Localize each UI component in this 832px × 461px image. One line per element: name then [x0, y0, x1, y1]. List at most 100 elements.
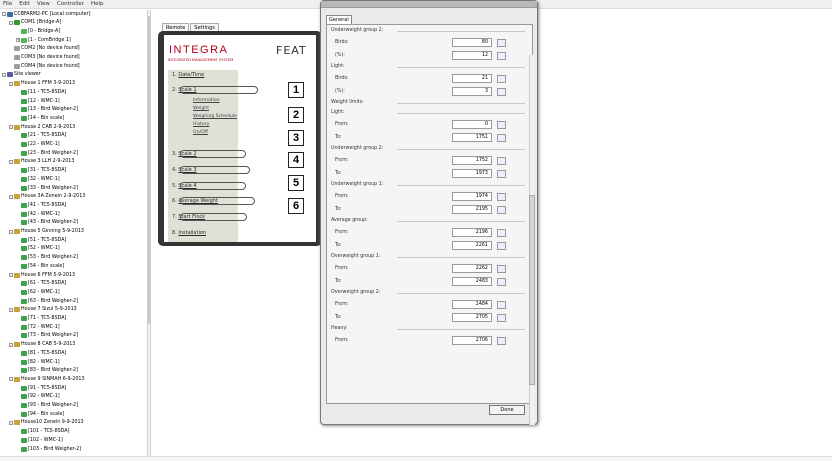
tree-node[interactable]: [61 - TC5-8SDA]: [16, 280, 66, 287]
tree-toggle-icon[interactable]: [16, 29, 20, 33]
tree-node[interactable]: [82 - WMC-1]: [16, 359, 60, 366]
tree-node[interactable]: [43 - Bird Weigher-2]: [16, 219, 78, 226]
menu-item-help[interactable]: Help: [91, 1, 104, 7]
dialog-title-bar[interactable]: [321, 1, 537, 8]
tree-node[interactable]: - CCBFARM2-PC [Local computer]: [2, 11, 90, 18]
tree-toggle-icon[interactable]: [9, 64, 13, 68]
nav-item[interactable]: 8. Installation: [172, 230, 206, 236]
tree-node[interactable]: [52 - WMC-1]: [16, 245, 60, 252]
value-field[interactable]: 2195: [452, 205, 492, 214]
menu-item-view[interactable]: View: [37, 1, 50, 7]
tree-node[interactable]: COM2 [No device found]: [9, 45, 80, 52]
tree-node[interactable]: [53 - Bird Weigher-2]: [16, 254, 78, 261]
tree-toggle-icon[interactable]: [16, 116, 20, 120]
nav-item-label[interactable]: Date/Time: [178, 72, 204, 78]
edit-value-icon[interactable]: [497, 241, 506, 250]
tree-node[interactable]: [13 - Bird Weigher-2]: [16, 106, 78, 113]
tree-node[interactable]: [51 - TC5-8SDA]: [16, 237, 66, 244]
tree-toggle-icon[interactable]: [16, 90, 20, 94]
tree-toggle-icon[interactable]: [16, 282, 20, 286]
edit-value-icon[interactable]: [497, 156, 506, 165]
tree-toggle-icon[interactable]: -: [2, 12, 6, 16]
tree-toggle-icon[interactable]: -: [9, 342, 13, 347]
tree-node[interactable]: [33 - Bird Weigher-2]: [16, 185, 78, 192]
tree-toggle-icon[interactable]: [16, 325, 20, 329]
tree-node[interactable]: COM4 [No device found]: [9, 63, 80, 70]
tab-general[interactable]: General: [326, 15, 352, 24]
tree-node[interactable]: [72 - WMC-1]: [16, 324, 60, 331]
tree-node[interactable]: - House10 Zenein 9-9-2013: [9, 419, 84, 426]
tree-toggle-icon[interactable]: [16, 212, 20, 216]
tree-toggle-icon[interactable]: [16, 386, 20, 390]
value-field[interactable]: 2196: [452, 228, 492, 237]
tree-toggle-icon[interactable]: [9, 56, 13, 60]
tree-node[interactable]: [11 - TC5-8SDA]: [16, 89, 66, 96]
done-button[interactable]: Done: [489, 405, 525, 415]
tree-node[interactable]: [103 - Bird Weigher-2]: [16, 446, 81, 453]
tree-toggle-icon[interactable]: [16, 151, 20, 155]
tree-node[interactable]: [22 - WMC-1]: [16, 141, 60, 148]
menu-item-controller[interactable]: Controller: [57, 1, 84, 7]
tree-node[interactable]: [32 - WMC-1]: [16, 176, 60, 183]
nav-item-label[interactable]: Installation: [178, 230, 206, 236]
edit-value-icon[interactable]: [497, 133, 506, 142]
dialog-scrollbar-thumb[interactable]: [529, 195, 535, 385]
tree-node[interactable]: [102 - WMC-1]: [16, 437, 63, 444]
tree-node[interactable]: COM3 [No device found]: [9, 54, 80, 61]
tree-toggle-icon[interactable]: [16, 134, 20, 138]
tree-node[interactable]: - House 8 CAB 5-9-2013: [9, 341, 75, 348]
value-field[interactable]: 2262: [452, 264, 492, 273]
edit-value-icon[interactable]: [497, 38, 506, 47]
tree-node[interactable]: - House 1 FFM 3-9-2013: [9, 80, 75, 87]
tree-node[interactable]: [71 - TC5-8SDA]: [16, 315, 66, 322]
tree-toggle-icon[interactable]: [16, 247, 20, 251]
tree-node[interactable]: [14 - Bin scale]: [16, 115, 64, 122]
value-field[interactable]: 2705: [452, 313, 492, 322]
edit-value-icon[interactable]: [497, 120, 506, 129]
value-field[interactable]: 1752: [452, 156, 492, 165]
tree-toggle-icon[interactable]: [16, 317, 20, 321]
tree-node[interactable]: [21 - TC5-8SDA]: [16, 132, 66, 139]
edit-value-icon[interactable]: [497, 300, 506, 309]
tree-toggle-icon[interactable]: -: [9, 229, 13, 234]
tree-node[interactable]: - House 7 Sizul 5-9-2013: [9, 306, 77, 313]
tree-toggle-icon[interactable]: [16, 438, 20, 442]
tree-node[interactable]: [83 - Bird Weigher-2]: [16, 367, 78, 374]
tree-scrollbar-thumb[interactable]: [148, 16, 150, 324]
edit-value-icon[interactable]: [497, 336, 506, 345]
tree-node[interactable]: + [1 - ComBridge 1]: [16, 37, 71, 44]
tree-node[interactable]: [31 - TC5-8SDA]: [16, 167, 66, 174]
value-field[interactable]: 3: [452, 87, 492, 96]
tree-toggle-icon[interactable]: [16, 264, 20, 268]
tree-node[interactable]: - Site viewer: [2, 71, 41, 78]
tree-toggle-icon[interactable]: [16, 369, 20, 373]
tree-node[interactable]: [94 - Bin scale]: [16, 411, 64, 418]
tree-toggle-icon[interactable]: [16, 404, 20, 408]
tree-node[interactable]: [12 - WMC-1]: [16, 98, 60, 105]
scale-submenu-item[interactable]: History: [193, 122, 209, 127]
value-field[interactable]: 2261: [452, 241, 492, 250]
tree-toggle-icon[interactable]: [9, 47, 13, 51]
tree-node[interactable]: [101 - TC5-8SDA]: [16, 428, 69, 435]
edit-value-icon[interactable]: [497, 192, 506, 201]
edit-value-icon[interactable]: [497, 277, 506, 286]
tree-toggle-icon[interactable]: [16, 238, 20, 242]
tree-toggle-icon[interactable]: [16, 221, 20, 225]
tree-node[interactable]: [92 - WMC-1]: [16, 393, 60, 400]
tree-toggle-icon[interactable]: [16, 256, 20, 260]
tree-toggle-icon[interactable]: [16, 143, 20, 147]
tree-node[interactable]: - House 3 LLH 2-9-2013: [9, 158, 74, 165]
tree-toggle-icon[interactable]: -: [9, 273, 13, 277]
tree-toggle-icon[interactable]: [16, 203, 20, 207]
tree-node[interactable]: [93 - Bird Weigher-2]: [16, 402, 78, 409]
tree-toggle-icon[interactable]: -: [9, 159, 13, 164]
menu-item-file[interactable]: File: [3, 1, 12, 7]
value-field[interactable]: 21: [452, 74, 492, 83]
edit-value-icon[interactable]: [497, 87, 506, 96]
value-field[interactable]: 80: [452, 38, 492, 47]
tree-node[interactable]: - House 5 Ginning 5-9-2013: [9, 228, 84, 235]
tree-toggle-icon[interactable]: -: [9, 125, 13, 130]
tree-toggle-icon[interactable]: [16, 108, 20, 112]
tree-toggle-icon[interactable]: [16, 99, 20, 103]
tree-node[interactable]: - House 3A Zenein 2-9-2013: [9, 193, 85, 200]
